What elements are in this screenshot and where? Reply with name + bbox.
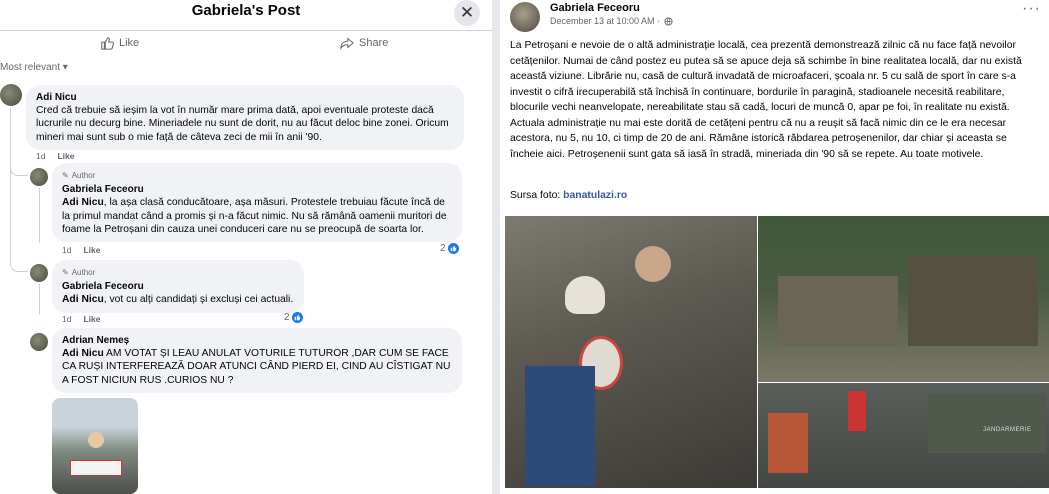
post-author[interactable]: Gabriela Feceoru bbox=[550, 2, 640, 14]
comment-meta: 1d Like bbox=[62, 245, 100, 255]
person-figure bbox=[768, 413, 808, 473]
like-reaction-icon bbox=[447, 243, 459, 254]
comment-like-link[interactable]: Like bbox=[83, 314, 100, 324]
photo-source: Sursa foto: banatulazi.ro bbox=[510, 190, 627, 201]
post-timestamp[interactable]: December 13 at 10:00 AM · bbox=[550, 16, 673, 26]
like-label: Like bbox=[119, 37, 140, 49]
post-panel: Gabriela Feceoru December 13 at 10:00 AM… bbox=[500, 0, 1049, 494]
vehicle-shape bbox=[928, 393, 1046, 453]
more-options-button[interactable]: ··· bbox=[1022, 0, 1041, 18]
like-button[interactable]: Like bbox=[100, 36, 139, 50]
mention-tag[interactable]: Adi Nicu bbox=[62, 294, 104, 305]
sort-dropdown[interactable]: Most relevant ▾ bbox=[0, 62, 68, 73]
comment-bubble: Adi Nicu Cred că trebuie să ieșim la vot… bbox=[26, 85, 464, 150]
comment-author[interactable]: Adrian Nemeș bbox=[62, 334, 452, 347]
dialog-title: Gabriela's Post bbox=[191, 2, 301, 19]
reaction-number: 2 bbox=[284, 312, 290, 323]
thread-connector bbox=[10, 258, 28, 272]
crowd-shape bbox=[908, 256, 1038, 346]
reaction-count[interactable]: 2 bbox=[440, 243, 459, 254]
avatar[interactable] bbox=[30, 264, 48, 282]
share-icon bbox=[340, 37, 354, 50]
post-action-bar: Like Share bbox=[0, 30, 492, 56]
comment-author[interactable]: Gabriela Feceoru bbox=[62, 183, 452, 196]
protest-sign bbox=[70, 460, 122, 476]
post-date: December 13 at 10:00 AM · bbox=[550, 16, 661, 26]
jandarmerie-photo[interactable]: JANDARMERIE bbox=[758, 383, 1049, 488]
comment-meta: 1d Like bbox=[62, 314, 100, 324]
helmet-shape bbox=[565, 276, 605, 314]
source-label: Sursa foto: bbox=[510, 190, 564, 201]
dialog-header: Gabriela's Post ✕ bbox=[0, 0, 492, 26]
comment-meta: 1d Like bbox=[36, 151, 74, 161]
comments-dialog: Gabriela's Post ✕ Like Share Most releva… bbox=[0, 0, 492, 494]
post-text: La Petroșani e nevoie de o altă administ… bbox=[510, 40, 1022, 160]
thread-line bbox=[39, 188, 40, 243]
comment-time[interactable]: 1d bbox=[36, 151, 45, 161]
share-label: Share bbox=[359, 37, 389, 49]
comment-like-link[interactable]: Like bbox=[83, 245, 100, 255]
comment-text: , vot cu alți candidați și excluși cei a… bbox=[103, 294, 294, 306]
source-link[interactable]: banatulazi.ro bbox=[563, 190, 627, 201]
miners-truck-photo[interactable] bbox=[758, 216, 1049, 382]
comment-time[interactable]: 1d bbox=[62, 314, 71, 324]
like-reaction-icon bbox=[291, 312, 303, 323]
avatar[interactable] bbox=[30, 168, 48, 186]
panel-divider bbox=[492, 0, 500, 494]
comment-like-link[interactable]: Like bbox=[57, 151, 74, 161]
avatar[interactable] bbox=[510, 2, 540, 32]
shirt-shape bbox=[525, 366, 595, 486]
close-button[interactable]: ✕ bbox=[454, 0, 480, 26]
comment-text: , la așa clasă conducătoare, așa măsuri.… bbox=[62, 197, 447, 235]
face-shape bbox=[635, 246, 671, 282]
thread-connector bbox=[10, 160, 28, 176]
author-badge: ✎ Author bbox=[62, 266, 294, 279]
mention-tag[interactable]: Adi Nicu bbox=[62, 348, 104, 359]
reaction-count[interactable]: 2 bbox=[284, 312, 303, 323]
thread-line bbox=[39, 284, 40, 314]
pencil-icon: ✎ bbox=[62, 171, 69, 180]
comment-photo[interactable] bbox=[52, 398, 138, 494]
close-icon: ✕ bbox=[459, 3, 475, 22]
comment-author[interactable]: Adi Nicu bbox=[36, 91, 454, 104]
miners-megaphone-photo[interactable] bbox=[505, 216, 757, 488]
reaction-number: 2 bbox=[440, 243, 446, 254]
thumbs-up-icon bbox=[101, 37, 114, 50]
reply-bubble: ✎ Author Gabriela Feceoru Adi Nicu, vot … bbox=[52, 260, 304, 313]
pencil-icon: ✎ bbox=[62, 268, 69, 277]
comment-time[interactable]: 1d bbox=[62, 245, 71, 255]
vehicle-lettering: JANDARMERIE bbox=[983, 427, 1032, 433]
comment-text: AM VOTAT ȘI LEAU ANULAT VOTURILE TUTUROR… bbox=[62, 348, 451, 386]
person-figure bbox=[88, 432, 104, 448]
reply-bubble: ✎ Author Gabriela Feceoru Adi Nicu, la a… bbox=[52, 163, 462, 243]
author-badge: ✎ Author bbox=[62, 169, 452, 182]
comment-bubble: Adrian Nemeș Adi Nicu AM VOTAT ȘI LEAU A… bbox=[52, 328, 462, 393]
comment-text: Cred că trebuie să ieșim la vot în număr… bbox=[36, 105, 449, 143]
globe-icon bbox=[664, 16, 673, 26]
avatar[interactable] bbox=[0, 84, 22, 106]
avatar[interactable] bbox=[30, 333, 48, 351]
author-badge-label: Author bbox=[71, 171, 96, 180]
truck-shape bbox=[778, 276, 898, 346]
author-badge-label: Author bbox=[71, 268, 96, 277]
flag-shape bbox=[848, 391, 866, 431]
thread-line bbox=[10, 108, 11, 258]
share-button[interactable]: Share bbox=[340, 36, 388, 50]
comment-author[interactable]: Gabriela Feceoru bbox=[62, 280, 294, 293]
mention-tag[interactable]: Adi Nicu bbox=[62, 197, 104, 208]
